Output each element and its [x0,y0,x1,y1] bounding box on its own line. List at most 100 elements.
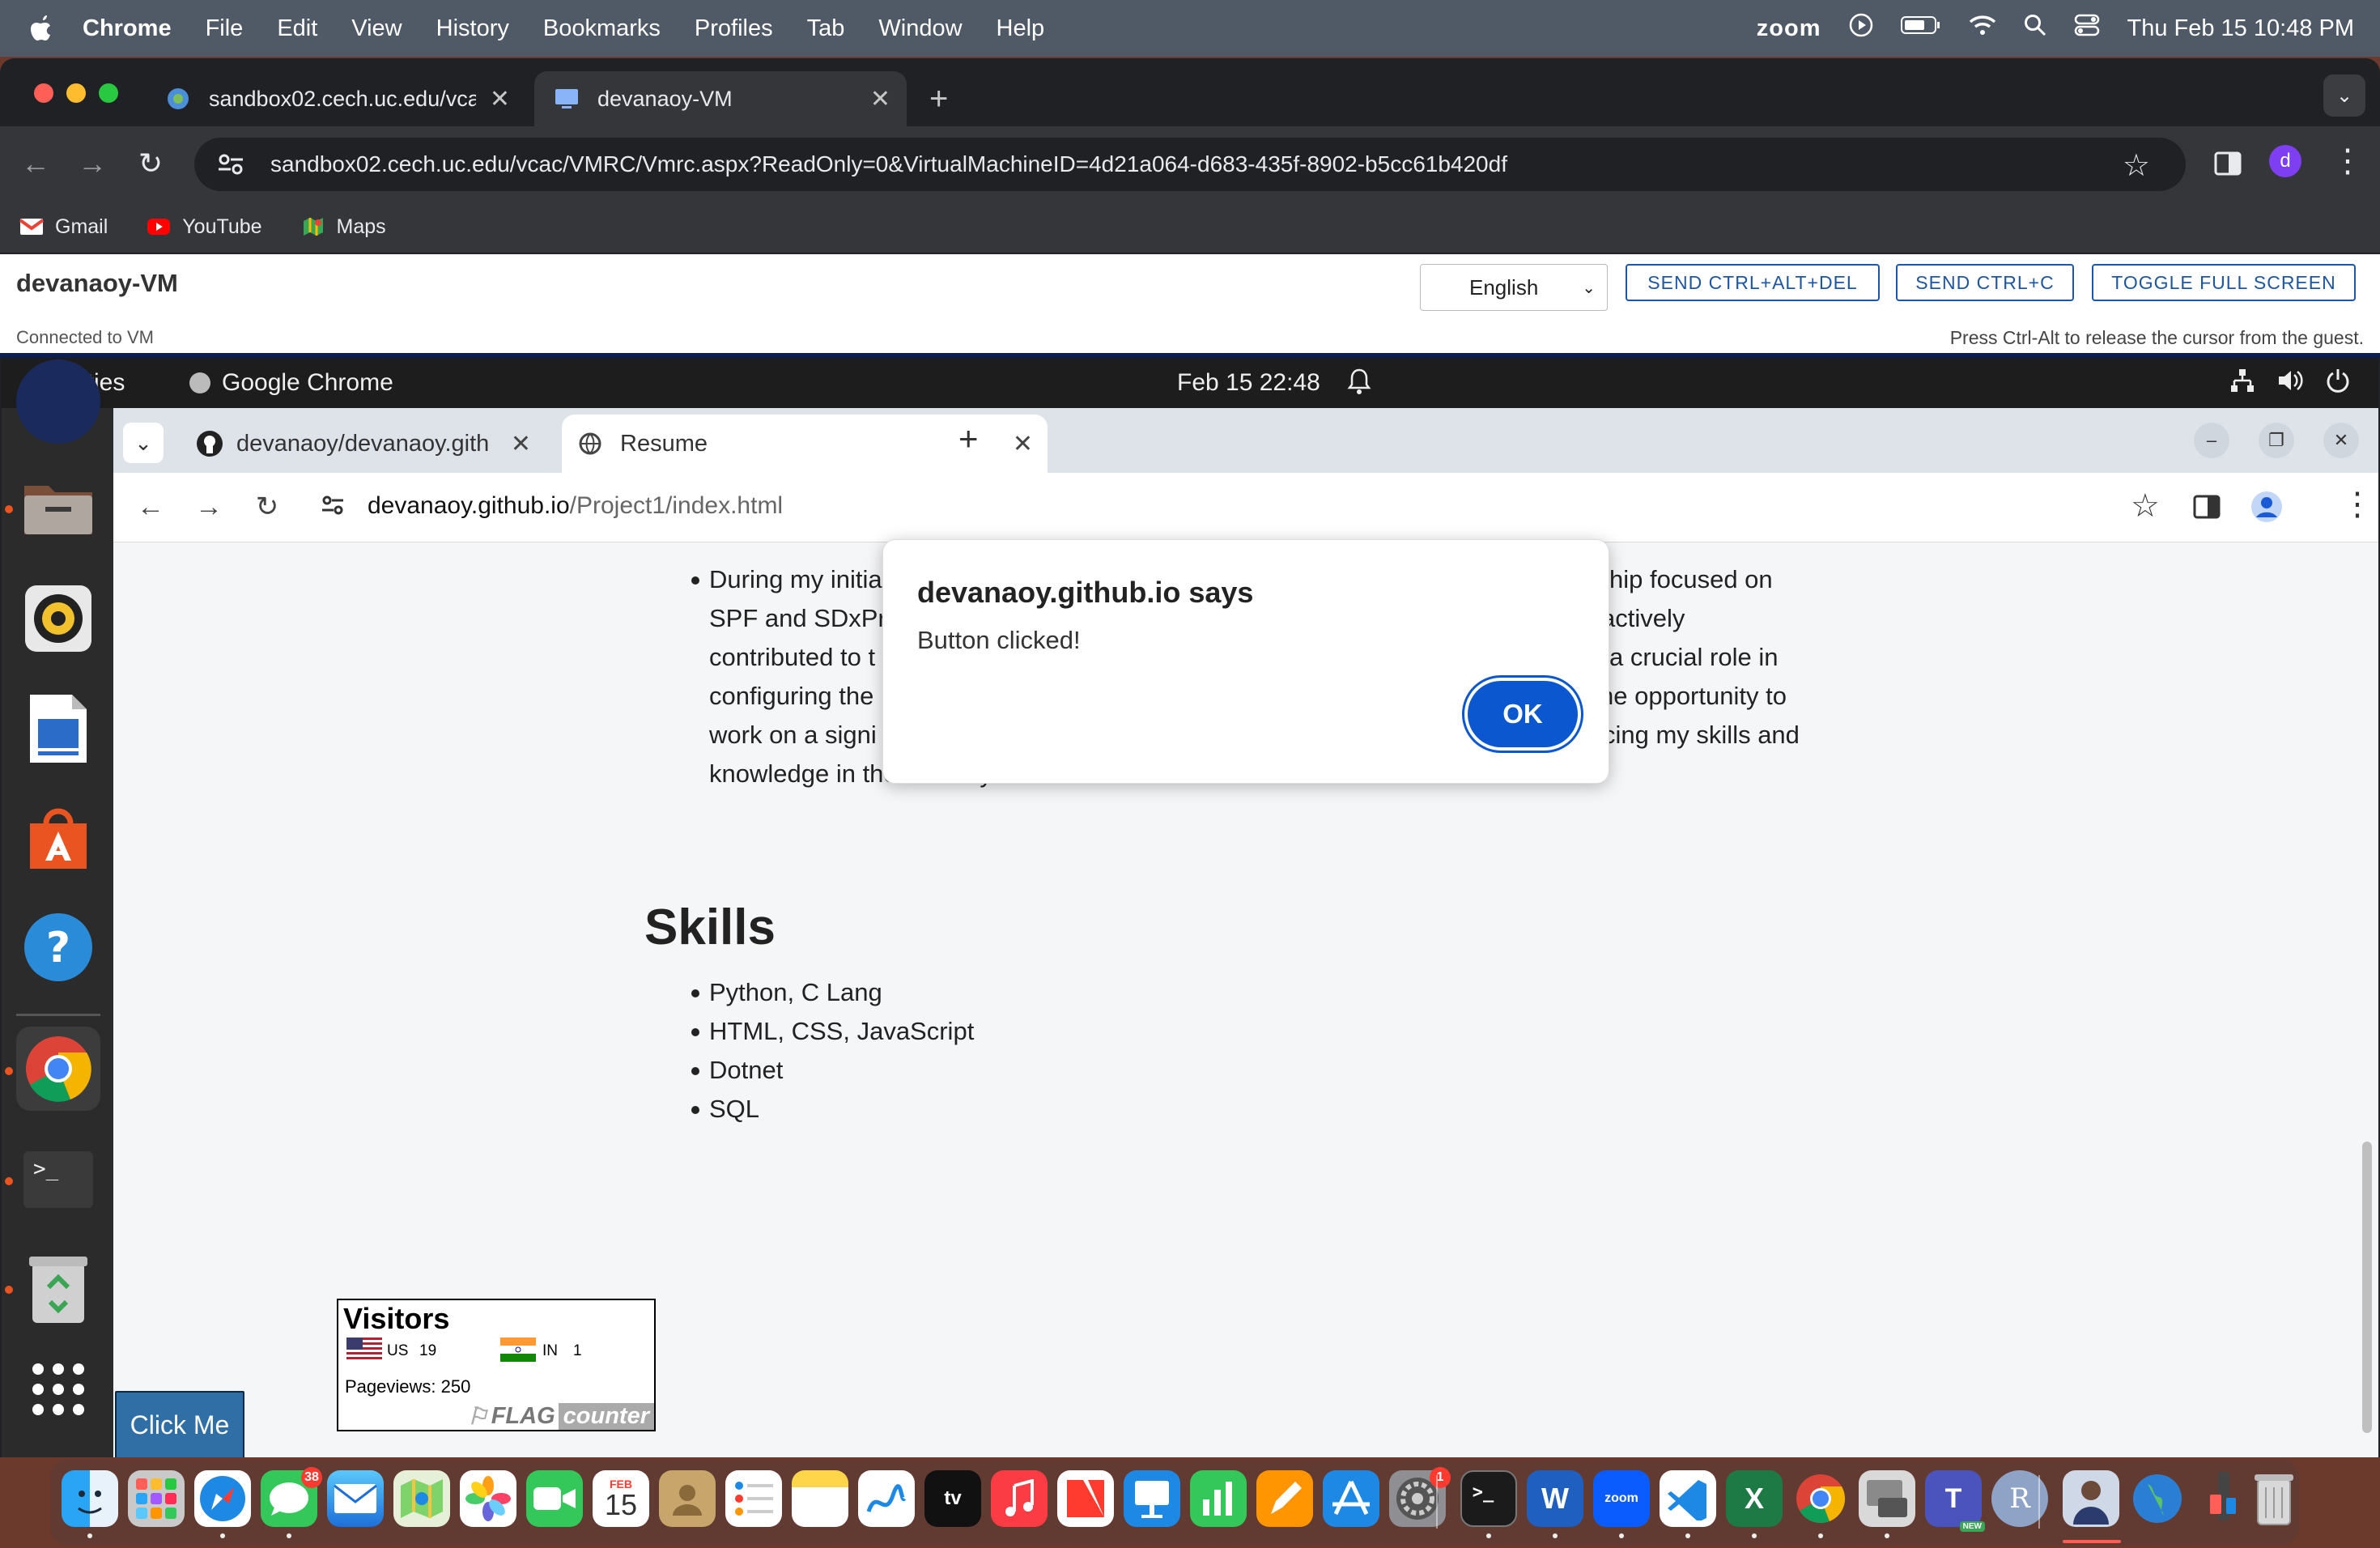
libreoffice-writer-icon[interactable] [16,687,100,771]
scrollbar-thumb[interactable] [2362,1142,2372,1433]
more-menu-icon[interactable]: ⋮ [2331,142,2364,180]
close-icon[interactable]: ✕ [1013,430,1033,458]
rhythmbox-icon[interactable] [16,576,100,661]
files-icon[interactable] [16,465,100,549]
tab-search-button[interactable]: ⌄ [2323,74,2365,117]
facetime-icon[interactable] [526,1470,583,1527]
profile-avatar[interactable]: d [2269,145,2301,177]
safari-icon[interactable] [194,1470,251,1527]
keyboard-language-select[interactable]: English ⌄ [1420,264,1608,311]
battery-icon[interactable] [1900,15,1941,42]
site-settings-icon[interactable] [321,494,345,522]
bookmark-star-icon[interactable]: ☆ [2123,147,2150,184]
menu-history[interactable]: History [436,15,509,42]
close-window-button[interactable]: ✕ [2323,423,2359,458]
vm-console[interactable]: Activities Google Chrome Feb 15 22:48 ? … [2,358,2378,1457]
gnome-clock[interactable]: Feb 15 22:48 [1177,369,1320,397]
app-menu[interactable]: Google Chrome [189,369,393,397]
zoom-icon[interactable]: zoom [1593,1470,1650,1527]
new-tab-button[interactable]: + [958,419,979,458]
menu-profiles[interactable]: Profiles [695,15,773,42]
finder-icon[interactable] [62,1470,118,1527]
help-icon[interactable]: ? [16,905,100,989]
mail-icon[interactable] [327,1470,384,1527]
music-icon[interactable] [991,1470,1048,1527]
dock-app-partial-icon[interactable] [16,359,100,444]
menu-window[interactable]: Window [878,15,962,42]
close-window-button[interactable] [34,83,53,103]
site-settings-icon[interactable] [217,148,249,181]
click-me-button[interactable]: Click Me [115,1391,244,1457]
user-photo-icon[interactable] [2063,1470,2119,1527]
minimize-window-button[interactable] [66,83,86,103]
trash-icon[interactable] [2246,1470,2302,1527]
toggle-fullscreen-button[interactable]: TOGGLE FULL SCREEN [2092,264,2356,301]
new-tab-button[interactable]: + [929,81,948,117]
menu-edit[interactable]: Edit [277,15,317,42]
host-tab-sandbox[interactable]: sandbox02.cech.uc.edu/vcac ✕ [146,71,526,126]
send-ctrl-c-button[interactable]: SEND CTRL+C [1896,264,2074,301]
alert-ok-button[interactable]: OK [1468,681,1578,747]
guest-tab-github[interactable]: devanaoy/devanaoy.gith ✕ [180,415,546,473]
news-icon[interactable] [1057,1470,1114,1527]
calendar-icon[interactable]: FEB 15 [593,1470,649,1527]
apple-icon[interactable] [29,14,58,43]
play-icon[interactable] [1849,13,1873,44]
reload-button[interactable]: ↻ [249,489,285,525]
address-bar[interactable]: sandbox02.cech.uc.edu/vcac/VMRC/Vmrc.asp… [194,138,2186,191]
power-icon[interactable] [2325,368,2351,400]
maps-icon[interactable] [393,1470,450,1527]
maximize-window-button[interactable] [99,83,118,103]
reminders-icon[interactable] [725,1470,782,1527]
vscode-icon[interactable] [1660,1470,1716,1527]
keynote-icon[interactable] [1124,1470,1180,1527]
apple-tv-icon[interactable]: tv [924,1470,981,1527]
vmware-remote-console-icon[interactable] [1859,1470,1915,1527]
profile-icon[interactable] [2250,491,2283,527]
forward-button[interactable]: → [191,489,227,525]
menu-view[interactable]: View [351,15,402,42]
downloads-stack-icon[interactable] [2195,1470,2252,1527]
minimize-window-button[interactable]: – [2194,423,2229,458]
bookmark-youtube[interactable]: YouTube [147,215,262,239]
bookmark-maps[interactable]: Maps [301,215,386,239]
forward-button[interactable]: → [74,146,110,181]
zoom-status[interactable]: zoom [1757,15,1821,42]
spotlight-search-icon[interactable] [2024,14,2046,43]
bell-icon[interactable] [1347,368,1375,397]
microsoft-teams-icon[interactable]: T NEW [1925,1470,1985,1532]
side-panel-icon[interactable] [2192,492,2221,525]
notes-icon[interactable] [792,1470,848,1527]
volume-icon[interactable] [2276,368,2304,400]
terminal-icon[interactable]: >_ [16,1137,100,1221]
freeform-icon[interactable] [858,1470,915,1527]
reload-button[interactable]: ↻ [133,146,168,181]
close-icon[interactable]: ✕ [870,85,890,113]
launchpad-icon[interactable] [128,1470,185,1527]
menu-tab[interactable]: Tab [807,15,845,42]
close-icon[interactable]: ✕ [490,85,510,113]
back-button[interactable]: ← [18,146,53,181]
tab-list-chevron-icon[interactable]: ⌄ [123,423,164,463]
google-chrome-icon[interactable] [16,1027,100,1111]
app-store-icon[interactable] [1323,1470,1379,1527]
side-panel-icon[interactable] [2212,147,2244,180]
photos-icon[interactable] [460,1470,516,1527]
app-center-icon[interactable] [16,795,100,879]
messages-icon[interactable]: 38 [261,1467,322,1527]
more-menu-icon[interactable]: ⋮ [2341,486,2374,523]
terminal-icon[interactable]: >_ [1460,1470,1517,1527]
wifi-icon[interactable] [1969,14,1996,43]
send-ctrl-alt-del-button[interactable]: SEND CTRL+ALT+DEL [1626,264,1880,301]
globe-icon[interactable] [2129,1470,2186,1527]
menu-app-name[interactable]: Chrome [83,15,172,42]
network-icon[interactable] [2229,368,2255,400]
control-center-icon[interactable] [2074,14,2100,43]
flag-counter-widget[interactable]: Visitors US 19 IN 1 Pageviews: 250 ⚐ FLA… [337,1299,656,1431]
trash-icon[interactable] [16,1247,100,1331]
pages-icon[interactable] [1256,1470,1313,1527]
bookmark-star-icon[interactable]: ☆ [2131,487,2160,525]
close-icon[interactable]: ✕ [511,430,531,458]
microsoft-word-icon[interactable]: W [1527,1470,1583,1527]
numbers-icon[interactable] [1190,1470,1247,1527]
